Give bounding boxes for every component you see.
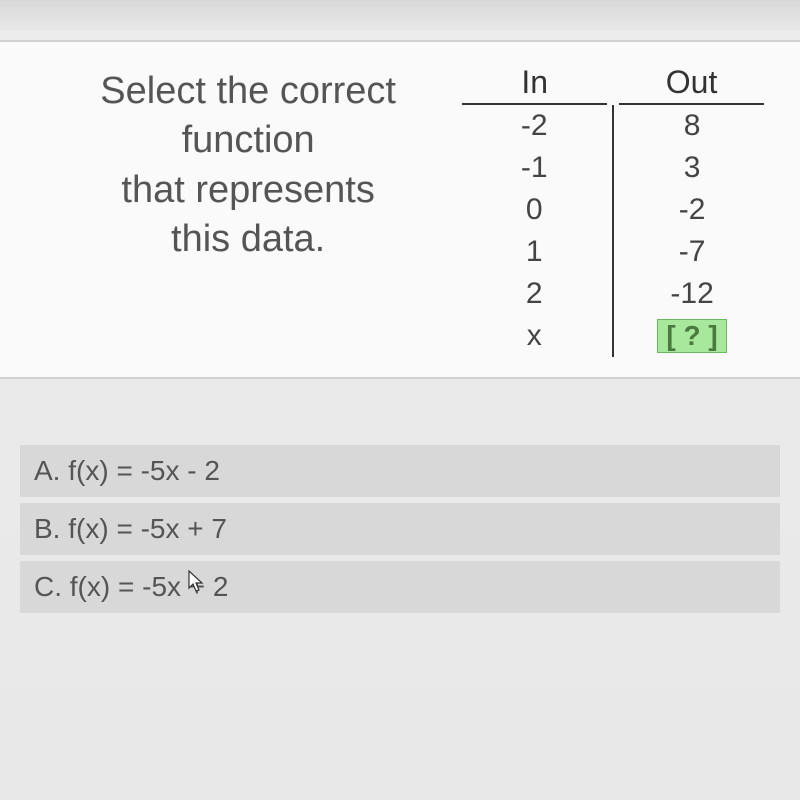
prompt-line: function bbox=[182, 119, 315, 161]
out-column: 8 3 -2 -7 -12 [ ? ] bbox=[614, 105, 770, 357]
question-row: Select the correct function that represe… bbox=[0, 40, 800, 379]
question-prompt: Select the correct function that represe… bbox=[50, 62, 456, 265]
cell-out: -2 bbox=[679, 189, 706, 231]
cell-in: 2 bbox=[526, 273, 543, 315]
option-b[interactable]: B. f(x) = -5x + 7 bbox=[20, 503, 780, 555]
header-in: In bbox=[456, 62, 613, 103]
option-a[interactable]: A. f(x) = -5x - 2 bbox=[20, 445, 780, 497]
table-body: -2 -1 0 1 2 x 8 3 -2 -7 -12 bbox=[456, 105, 770, 357]
prompt-line: this data. bbox=[171, 218, 325, 260]
cell-out: 3 bbox=[684, 147, 701, 189]
content-area: Select the correct function that represe… bbox=[0, 30, 800, 613]
cell-out: 8 bbox=[684, 105, 701, 147]
cell-out-answer[interactable]: [ ? ] bbox=[657, 315, 726, 357]
answer-options: A. f(x) = -5x - 2 B. f(x) = -5x + 7 C. f… bbox=[0, 445, 800, 613]
cell-in: 1 bbox=[526, 231, 543, 273]
option-c[interactable]: C. f(x) = -5x + 2 bbox=[20, 561, 780, 613]
in-column: -2 -1 0 1 2 x bbox=[456, 105, 612, 357]
question-screen: Select the correct function that represe… bbox=[0, 0, 800, 800]
cell-in: 0 bbox=[526, 189, 543, 231]
cell-out: -12 bbox=[670, 273, 713, 315]
header-out: Out bbox=[613, 62, 770, 103]
answer-input-box[interactable]: [ ? ] bbox=[657, 319, 726, 353]
cell-out: -7 bbox=[679, 231, 706, 273]
top-gradient bbox=[0, 0, 800, 30]
table-header: In Out bbox=[456, 62, 770, 103]
prompt-line: that represents bbox=[121, 169, 374, 211]
data-table: In Out -2 -1 0 1 2 x bbox=[456, 62, 770, 357]
cell-in: -1 bbox=[521, 147, 548, 189]
cell-in: x bbox=[527, 315, 542, 357]
prompt-line: Select the correct bbox=[100, 70, 396, 112]
spacer bbox=[0, 379, 800, 439]
cell-in: -2 bbox=[521, 105, 548, 147]
